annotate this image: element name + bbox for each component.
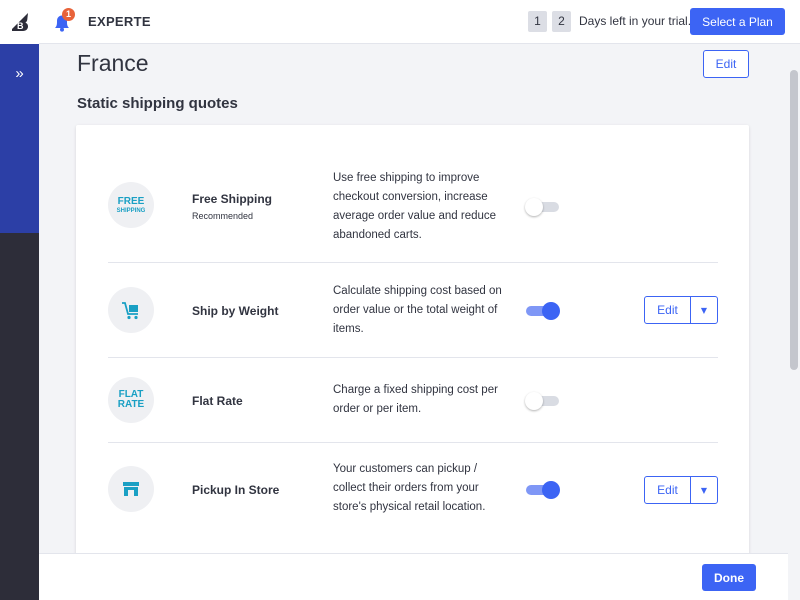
cart-icon [108, 287, 154, 333]
pickup-in-store-toggle[interactable] [526, 481, 560, 499]
method-description: Your customers can pickup / collect thei… [333, 463, 486, 513]
page-title: France [77, 50, 149, 76]
trial-days-digit-1: 1 [528, 11, 547, 32]
ship-by-weight-dropdown-button[interactable]: ▼ [690, 296, 718, 324]
free-shipping-toggle[interactable] [525, 198, 559, 216]
method-description: Use free shipping to improve checkout co… [333, 172, 497, 241]
flat-rate-icon: FLAT RATE [108, 377, 154, 423]
store-name[interactable]: EXPERTE [88, 14, 151, 29]
footer-bar [39, 553, 788, 600]
toggle-knob [542, 302, 560, 320]
method-name: Flat Rate [192, 394, 243, 408]
method-recommended-label: Recommended [192, 211, 254, 221]
notification-badge: 1 [62, 8, 75, 21]
method-description: Calculate shipping cost based on order v… [333, 285, 502, 335]
edit-country-button[interactable]: Edit [703, 50, 749, 78]
section-title: Static shipping quotes [77, 95, 238, 112]
shipping-method-row: Pickup In Store Your customers can picku… [108, 443, 718, 543]
pickup-in-store-edit-group: Edit ▼ [644, 476, 718, 504]
flat-rate-toggle[interactable] [525, 392, 559, 410]
icon-text-line-1: FREE [117, 195, 145, 207]
method-name: Pickup In Store [192, 483, 280, 497]
select-plan-button[interactable]: Select a Plan [690, 8, 785, 35]
scrollbar-thumb[interactable] [790, 70, 798, 370]
icon-text-line-2: SHIPPING [116, 207, 146, 214]
toggle-knob [542, 481, 560, 499]
shipping-method-row: FREE SHIPPING Free Shipping Recommended … [108, 125, 718, 263]
method-name: Free Shipping [192, 192, 273, 206]
trial-days-label: Days left in your trial. [579, 14, 692, 28]
shipping-method-row: FLAT RATE Flat Rate Charge a fixed shipp… [108, 358, 718, 443]
ship-by-weight-edit-button[interactable]: Edit [644, 296, 691, 324]
pickup-in-store-dropdown-button[interactable]: ▼ [690, 476, 718, 504]
expand-sidebar-icon[interactable]: » [0, 60, 39, 86]
toggle-knob [525, 392, 543, 410]
svg-text:B: B [17, 21, 24, 31]
shipping-methods-card: FREE SHIPPING Free Shipping Recommended … [76, 125, 749, 565]
method-name: Ship by Weight [192, 304, 279, 318]
pickup-in-store-edit-button[interactable]: Edit [644, 476, 691, 504]
done-button[interactable]: Done [702, 564, 756, 591]
ship-by-weight-toggle[interactable] [526, 302, 560, 320]
bigcommerce-logo[interactable]: B [0, 0, 39, 44]
shipping-method-row: Ship by Weight Calculate shipping cost b… [108, 263, 718, 358]
ship-by-weight-edit-group: Edit ▼ [644, 296, 718, 324]
method-description: Charge a fixed shipping cost per order o… [333, 384, 498, 415]
free-shipping-icon: FREE SHIPPING [108, 182, 154, 228]
store-icon [108, 466, 154, 512]
trial-days-digit-2: 2 [552, 11, 571, 32]
icon-text-line-2: RATE [117, 399, 145, 410]
toggle-knob [525, 198, 543, 216]
